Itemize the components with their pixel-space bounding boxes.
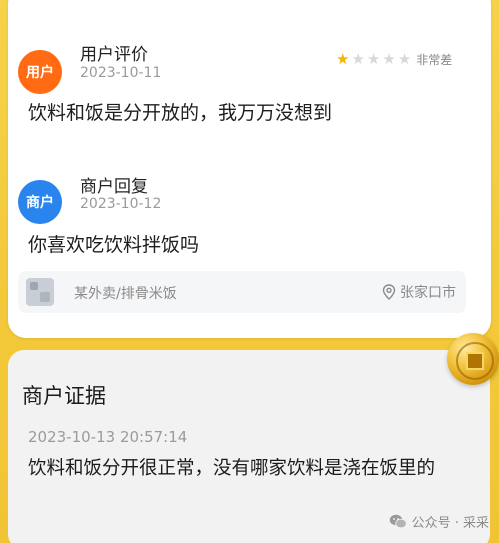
order-thumbnail	[26, 278, 54, 306]
star-empty-icon: ★	[366, 50, 381, 68]
evidence-datetime: 2023-10-13 20:57:14	[28, 428, 188, 446]
order-name: 某外卖/排骨米饭	[74, 286, 177, 302]
order-location: 张家口市	[382, 282, 456, 302]
star-empty-icon: ★	[382, 50, 396, 68]
merchant-reply-text: 你喜欢吃饮料拌饭吗	[28, 234, 200, 256]
user-avatar: 用户	[18, 50, 62, 94]
watermark-text: 公众号 · 采采	[411, 516, 489, 531]
order-location-text: 张家口市	[400, 285, 456, 301]
user-review-text: 饮料和饭是分开放的，我万万没想到	[28, 102, 333, 124]
star-empty-icon: ★	[351, 50, 365, 68]
evidence-text: 饮料和饭分开很正常，没有哪家饮料是浇在饭里的	[28, 458, 436, 479]
watermark: 公众号 · 采采	[389, 512, 489, 531]
rating-stars: ★ ★ ★ ★ ★ 非常差	[336, 51, 452, 68]
location-pin-icon	[382, 284, 396, 300]
merchant-avatar: 商户	[18, 180, 62, 224]
star-empty-icon: ★	[397, 50, 412, 68]
star-filled-icon: ★	[336, 50, 350, 68]
user-review-title: 用户评价	[80, 45, 148, 65]
evidence-title: 商户证据	[22, 384, 106, 408]
rating-label: 非常差	[416, 53, 453, 67]
order-info-bar[interactable]: 某外卖/排骨米饭 张家口市	[18, 271, 466, 313]
wechat-icon	[389, 514, 407, 529]
user-review-date: 2023-10-11	[80, 65, 162, 81]
merchant-reply-date: 2023-10-12	[80, 196, 162, 212]
gold-coin-icon	[447, 333, 499, 385]
merchant-reply-title: 商户回复	[80, 177, 148, 197]
